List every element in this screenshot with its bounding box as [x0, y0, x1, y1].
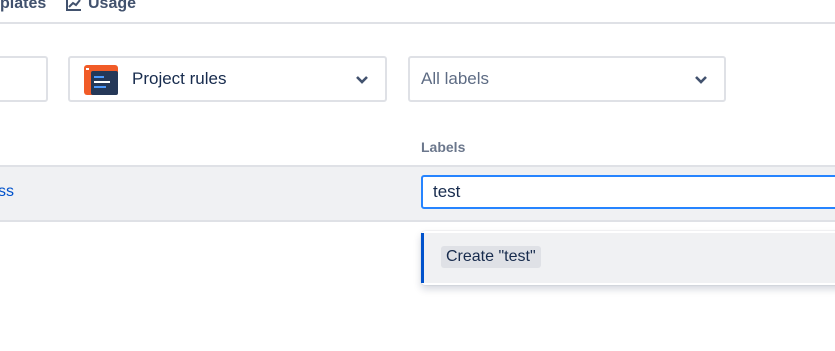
rule-name-link[interactable]: ss — [0, 183, 14, 201]
chevron-down-icon — [356, 76, 368, 84]
tab-templates-label: plates — [0, 0, 47, 12]
table-row: ss test — [0, 165, 835, 222]
labels-dropdown-menu: Create "test" — [421, 231, 835, 285]
labels-input[interactable]: test — [421, 175, 835, 209]
rules-select-value: Project rules — [132, 69, 227, 88]
project-rules-icon — [84, 65, 118, 95]
tab-usage[interactable]: Usage — [66, 0, 136, 14]
chevron-down-icon — [695, 76, 707, 84]
labels-input-value: test — [433, 182, 461, 201]
create-label-option[interactable]: Create "test" — [421, 233, 835, 283]
tab-templates[interactable]: plates — [0, 0, 46, 14]
labels-select-placeholder: All labels — [421, 69, 490, 88]
automation-page: plates Usage Project rules All labels La… — [0, 0, 835, 351]
column-header-labels: Labels — [421, 139, 466, 155]
rules-scope-select[interactable]: Project rules — [68, 56, 387, 102]
search-input[interactable] — [0, 56, 48, 102]
tabs-bar: plates Usage — [0, 0, 835, 24]
chart-line-icon — [66, 0, 81, 11]
tab-usage-label: Usage — [88, 0, 137, 12]
labels-filter-select[interactable]: All labels — [408, 56, 726, 102]
create-label-option-text: Create "test" — [441, 246, 541, 268]
